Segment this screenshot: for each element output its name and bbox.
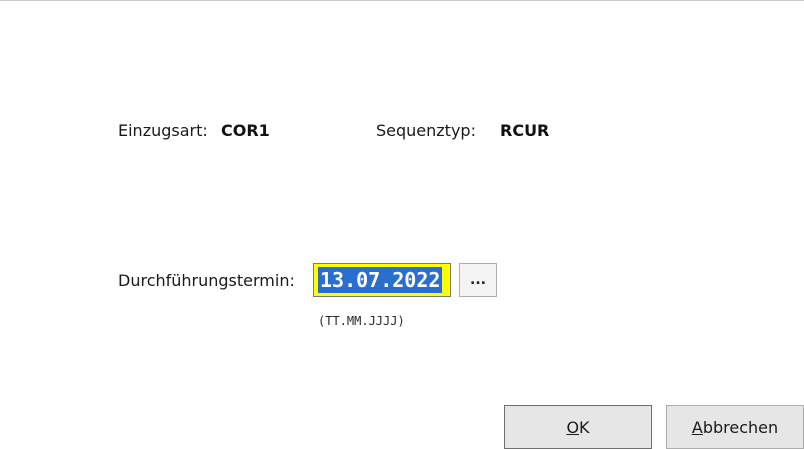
ok-button[interactable]: OK <box>504 405 652 449</box>
sequenztyp-label: Sequenztyp: <box>376 121 476 140</box>
execution-date-input[interactable]: 13.07.2022 <box>313 263 451 297</box>
cancel-button[interactable]: Abbrechen <box>666 405 804 449</box>
execution-date-selected-text: 13.07.2022 <box>318 267 443 293</box>
einzugsart-value: COR1 <box>221 121 270 140</box>
ellipsis-icon: ... <box>470 272 486 288</box>
sequenztyp-value: RCUR <box>500 121 550 140</box>
date-picker-button[interactable]: ... <box>459 263 497 297</box>
execution-date-label: Durchführungstermin: <box>118 271 295 290</box>
sepa-execution-date-dialog: Einzugsart: COR1 Sequenztyp: RCUR Durchf… <box>0 0 804 449</box>
date-format-hint: (TT.MM.JJJJ) <box>318 314 405 328</box>
einzugsart-label: Einzugsart: <box>118 121 208 140</box>
cancel-button-label: Abbrechen <box>691 417 779 437</box>
ok-button-label: OK <box>566 417 590 437</box>
